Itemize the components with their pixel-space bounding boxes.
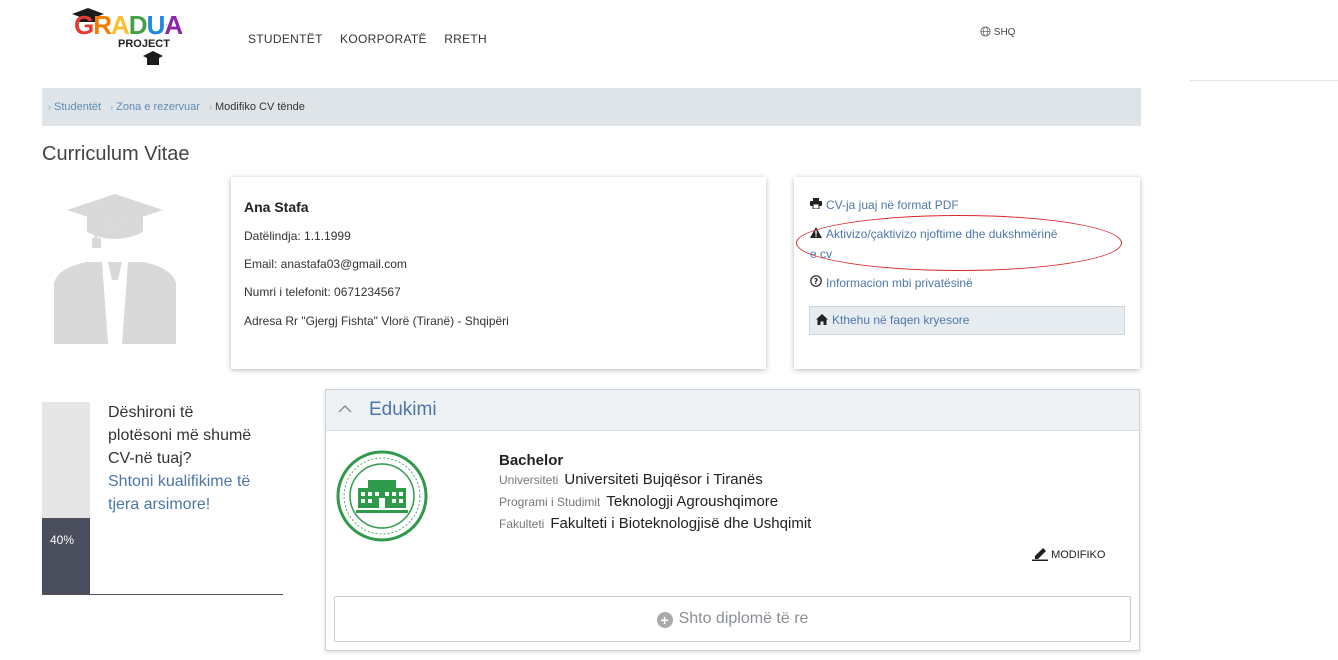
plus-circle-icon: + (656, 612, 673, 628)
progress-message: Dëshironi të plotësoni më shumë CV-në tu… (108, 401, 288, 516)
add-qualifications-link[interactable]: Shtoni kualifikime të (108, 470, 288, 493)
main-nav: STUDENTËT KOORPORATË RRETH (248, 32, 501, 46)
home-icon (816, 307, 832, 334)
logo-subtitle: PROJECT (118, 38, 170, 50)
pdf-link-label: CV-ja juaj në format PDF (826, 198, 959, 212)
svg-text:?: ? (814, 277, 819, 286)
cv-progress-bar: 40% (42, 402, 90, 595)
edit-education-button[interactable]: MODIFIKO (1032, 547, 1105, 561)
avatar (54, 194, 176, 344)
breadcrumb-current: Modifiko CV tënde (214, 101, 305, 113)
degree-title: Bachelor (499, 452, 564, 469)
breadcrumb-separator: › (110, 102, 114, 112)
breadcrumb-separator: › (208, 102, 212, 112)
education-header[interactable]: Edukimi (326, 390, 1139, 431)
profile-card: Ana Stafa Datëlindja: 1.1.1999 Email: an… (231, 177, 766, 369)
edit-label: MODIFIKO (1051, 549, 1106, 561)
progress-text-2: plotësoni më shumë (108, 427, 252, 444)
globe-icon (980, 26, 991, 37)
cv-progress-label: 40% (50, 533, 75, 547)
profile-email: Email: anastafa03@gmail.com (244, 257, 407, 271)
nav-corporate[interactable]: KOORPORATË (340, 32, 427, 46)
privacy-link[interactable]: ? Informacion mbi privatësinë (810, 275, 973, 290)
printer-icon (810, 198, 826, 212)
profile-name: Ana Stafa (244, 199, 309, 215)
profile-phone: Numri i telefonit: 0671234567 (244, 285, 401, 299)
faculty-key: Fakulteti (499, 517, 545, 531)
breadcrumb: › Studentët › Zona e rezervuar › Modifiko C… (42, 88, 1141, 126)
breadcrumb-separator: › (48, 102, 51, 112)
language-switcher[interactable]: SHQ (980, 26, 1015, 38)
home-button[interactable]: Kthehu në faqen kryesore (809, 306, 1125, 335)
university-seal (336, 450, 428, 542)
university-key: Universiteti (499, 473, 559, 487)
profile-birthdate: Datëlindja: 1.1.1999 (244, 229, 351, 243)
pencil-icon (1032, 548, 1051, 561)
privacy-link-label: Informacion mbi privatësinë (826, 276, 973, 290)
nav-students[interactable]: STUDENTËT (248, 32, 323, 46)
add-diploma-button[interactable]: + Shto diplomë të re (334, 596, 1131, 642)
program-value: Teknologji Agroushqimore (606, 493, 779, 510)
breadcrumb-reserved-zone[interactable]: Zona e rezervuar (116, 101, 200, 113)
add-diploma-label: Shto diplomë të re (678, 610, 809, 627)
faculty-value: Fakulteti i Bioteknologjisë dhe Ushqimit (550, 515, 812, 532)
progress-text-1: Dëshironi të (108, 404, 194, 421)
add-qualifications-link-cont[interactable]: tjera arsimore! (108, 493, 288, 516)
header-divider (1190, 80, 1338, 81)
program-row: Programi i Studimit Teknologji Agroushqim… (499, 493, 778, 510)
language-label: SHQ (993, 27, 1016, 38)
question-icon: ? (810, 275, 826, 290)
logo-text: GRADUA (74, 10, 183, 40)
highlight-ellipse (796, 215, 1122, 271)
faculty-row: Fakulteti Fakulteti i Bioteknologjisë dhe… (499, 515, 811, 532)
nav-about[interactable]: RRETH (444, 32, 487, 46)
site-logo[interactable]: GRADUA PROJECT (60, 6, 200, 66)
education-title: Edukimi (369, 399, 437, 420)
actions-card: CV-ja juaj në format PDF Aktivizo/çaktiv… (794, 177, 1140, 369)
diploma-icon (143, 51, 163, 65)
chevron-up-icon[interactable] (338, 401, 352, 417)
cv-progress-fill (42, 517, 90, 595)
pdf-link[interactable]: CV-ja juaj në format PDF (810, 198, 959, 212)
program-key: Programi i Studimit (499, 495, 601, 509)
university-value: Universiteti Bujqësor i Tiranës (564, 471, 763, 488)
university-row: Universiteti Universiteti Bujqësor i Tira… (499, 471, 763, 488)
page-title: Curriculum Vitae (42, 143, 190, 165)
education-panel: Edukimi Bachelor Universiteti Universitet… (325, 389, 1140, 651)
profile-address: Adresa Rr "Gjergj Fishta" Vlorë (Tiranë)… (244, 314, 509, 328)
progress-divider (42, 594, 283, 595)
breadcrumb-students[interactable]: Studentët (54, 101, 101, 113)
home-button-label: Kthehu në faqen kryesore (832, 313, 970, 327)
progress-text-3: CV-në tuaj? (108, 450, 192, 467)
